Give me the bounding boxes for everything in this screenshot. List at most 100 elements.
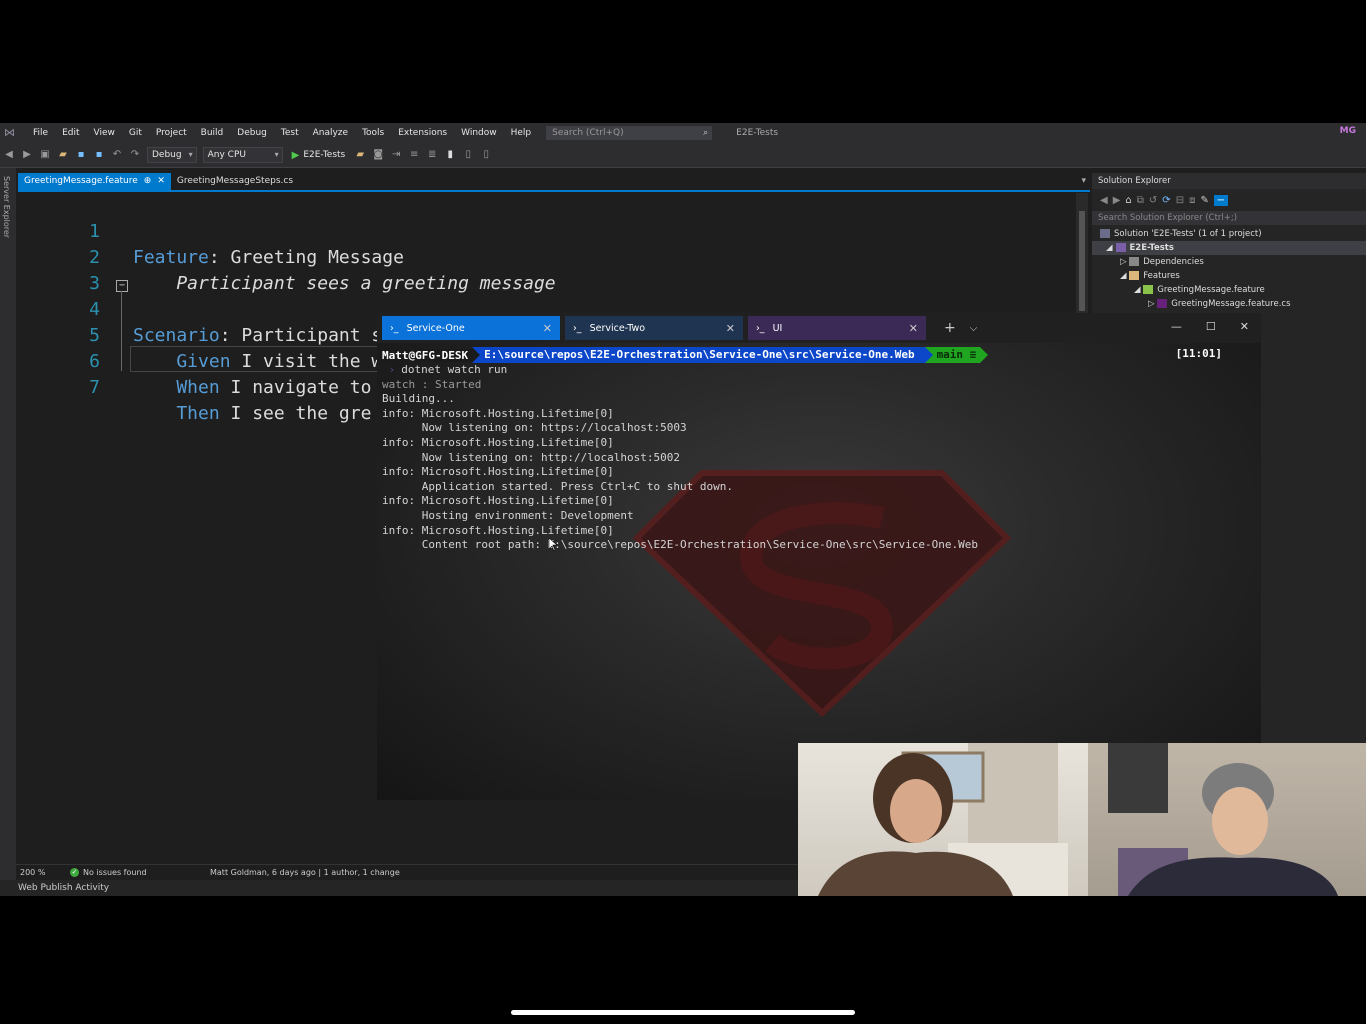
expand-icon[interactable]: ◢ [1134,285,1143,295]
menu-test[interactable]: Test [274,128,306,138]
code-text: Participant sees a greeting message [133,273,556,294]
step-icon[interactable]: ⇥ [390,149,402,161]
close-icon[interactable]: ✕ [909,322,918,335]
tab-greetingmessage-feature[interactable]: GreetingMessage.feature ⊕ ✕ [18,173,171,190]
save-all-icon[interactable]: ▪ [93,149,105,161]
bookmark-prev-icon[interactable]: ▯ [462,149,474,161]
menu-window[interactable]: Window [454,128,504,138]
open-icon[interactable]: ▰ [57,149,69,161]
home-indicator[interactable] [511,1010,855,1015]
save-icon[interactable]: ▪ [75,149,87,161]
expand-icon[interactable]: ◢ [1120,271,1129,281]
platform-dropdown[interactable]: Any CPU [202,147,283,163]
minimize-icon[interactable]: — [1171,320,1182,333]
keyword: When [133,377,220,398]
terminal-tab-service-one[interactable]: ›_ Service-One ✕ [382,316,560,340]
menu-git[interactable]: Git [122,128,149,138]
issues-text: No issues found [83,867,147,877]
history-icon[interactable]: ↺ [1149,195,1157,206]
tab-greetingmessagesteps-cs[interactable]: GreetingMessageSteps.cs [171,173,299,190]
properties-icon[interactable]: ✎ [1200,195,1208,206]
terminal-tab-bar: ›_ Service-One ✕ ›_ Service-Two ✕ ›_ UI … [377,313,1261,343]
tree-item-label: E2E-Tests [1129,243,1174,253]
outdent-icon[interactable]: ≣ [426,149,438,161]
tree-item-features[interactable]: ◢ Features [1092,269,1366,283]
start-button[interactable]: ▶ E2E-Tests [292,150,346,161]
menu-analyze[interactable]: Analyze [306,128,355,138]
chevron-down-icon[interactable]: ⌵ [970,323,978,334]
solution-search-input[interactable]: Search Solution Explorer (Ctrl+;) [1092,211,1366,225]
close-icon[interactable]: ✕ [157,173,165,190]
indent-icon[interactable]: ≡ [408,149,420,161]
new-tab-plus-icon[interactable]: + [944,320,956,336]
visual-studio-logo-icon: ⋈ [4,126,15,139]
show-all-icon[interactable]: ⧈ [1189,195,1195,206]
back-icon[interactable]: ◀ [1100,195,1108,206]
tree-item-feature-cs[interactable]: ▷ GreetingMessage.feature.cs [1092,297,1366,311]
webcam-feed-right [1088,743,1366,896]
collapse-all-icon[interactable]: ⊟ [1176,195,1184,206]
server-explorer-tab[interactable]: Server Explorer [2,176,11,238]
menu-tools[interactable]: Tools [355,128,391,138]
scrollbar-thumb[interactable] [1079,211,1085,311]
menu-file[interactable]: File [26,128,55,138]
back-icon[interactable]: ◀ [3,149,15,161]
git-blame-info[interactable]: Matt Goldman, 6 days ago | 1 author, 1 c… [210,868,400,877]
tree-item-label: Features [1143,271,1180,281]
tab-list-dropdown-icon[interactable]: ▾ [1081,173,1090,190]
tab-label: GreetingMessageSteps.cs [176,176,294,186]
terminal-tab-label: Service-One [406,322,465,334]
terminal-tab-service-two[interactable]: ›_ Service-Two ✕ [565,316,743,340]
new-project-icon[interactable]: ▣ [39,149,51,161]
zoom-level[interactable]: 200 % [16,868,70,877]
terminal-tab-ui[interactable]: ›_ UI ✕ [748,316,926,340]
switch-views-icon[interactable]: ⧉ [1137,195,1144,206]
expand-icon[interactable]: ◢ [1106,243,1116,253]
search-placeholder: Search (Ctrl+Q) [552,128,624,138]
menu-build[interactable]: Build [194,128,231,138]
powershell-icon: ›_ [756,322,765,334]
menu-help[interactable]: Help [504,128,539,138]
bookmark-icon[interactable]: ▮ [444,149,456,161]
close-icon[interactable]: ✕ [543,322,552,335]
menu-view[interactable]: View [87,128,122,138]
menu-project[interactable]: Project [149,128,194,138]
forward-icon[interactable]: ▶ [1113,195,1121,206]
pin-icon[interactable]: ⊕ [144,173,152,190]
prompt-user: Matt@GFG-DESK [382,348,473,362]
menu-edit[interactable]: Edit [55,128,86,138]
collapse-icon[interactable]: − [116,280,128,292]
fold-guide [121,291,122,371]
close-window-icon[interactable]: ✕ [1240,320,1249,333]
redo-icon[interactable]: ↷ [129,149,141,161]
close-icon[interactable]: ✕ [726,322,735,335]
tree-item-project[interactable]: ◢ E2E-Tests [1092,241,1366,255]
tree-item-solution[interactable]: Solution 'E2E-Tests' (1 of 1 project) [1092,227,1366,241]
code-rest: I see the gre [219,403,372,424]
search-input[interactable]: Search (Ctrl+Q) ⌕ [546,126,713,140]
configuration-dropdown[interactable]: Debug [147,147,197,163]
menu-extensions[interactable]: Extensions [391,128,454,138]
expand-icon[interactable]: ▷ [1120,257,1129,267]
avatar[interactable]: MG [1340,126,1356,136]
folder-icon[interactable]: ▰ [354,149,366,161]
maximize-icon[interactable]: ☐ [1206,320,1216,333]
keyword: Scenario [133,325,220,346]
bookmark-next-icon[interactable]: ▯ [480,149,492,161]
tree-item-feature-file[interactable]: ◢ GreetingMessage.feature [1092,283,1366,297]
play-icon: ▶ [291,149,300,161]
forward-icon[interactable]: ▶ [21,149,33,161]
windows-terminal[interactable]: ›_ Service-One ✕ ›_ Service-Two ✕ ›_ UI … [377,313,1261,800]
issues-indicator[interactable]: ✓ No issues found [70,867,210,877]
menu-debug[interactable]: Debug [230,128,274,138]
tree-item-dependencies[interactable]: ▷ Dependencies [1092,255,1366,269]
expand-icon[interactable]: ▷ [1148,299,1157,309]
preview-icon[interactable]: − [1213,194,1228,206]
terminal-tab-label: Service-Two [589,322,646,334]
keyword: Feature [133,247,209,268]
home-icon[interactable]: ⌂ [1125,195,1131,206]
undo-icon[interactable]: ↶ [111,149,123,161]
sync-icon[interactable]: ⟳ [1162,195,1170,206]
output-line: watch : Started [382,377,482,391]
browser-icon[interactable]: ◙ [372,149,384,161]
